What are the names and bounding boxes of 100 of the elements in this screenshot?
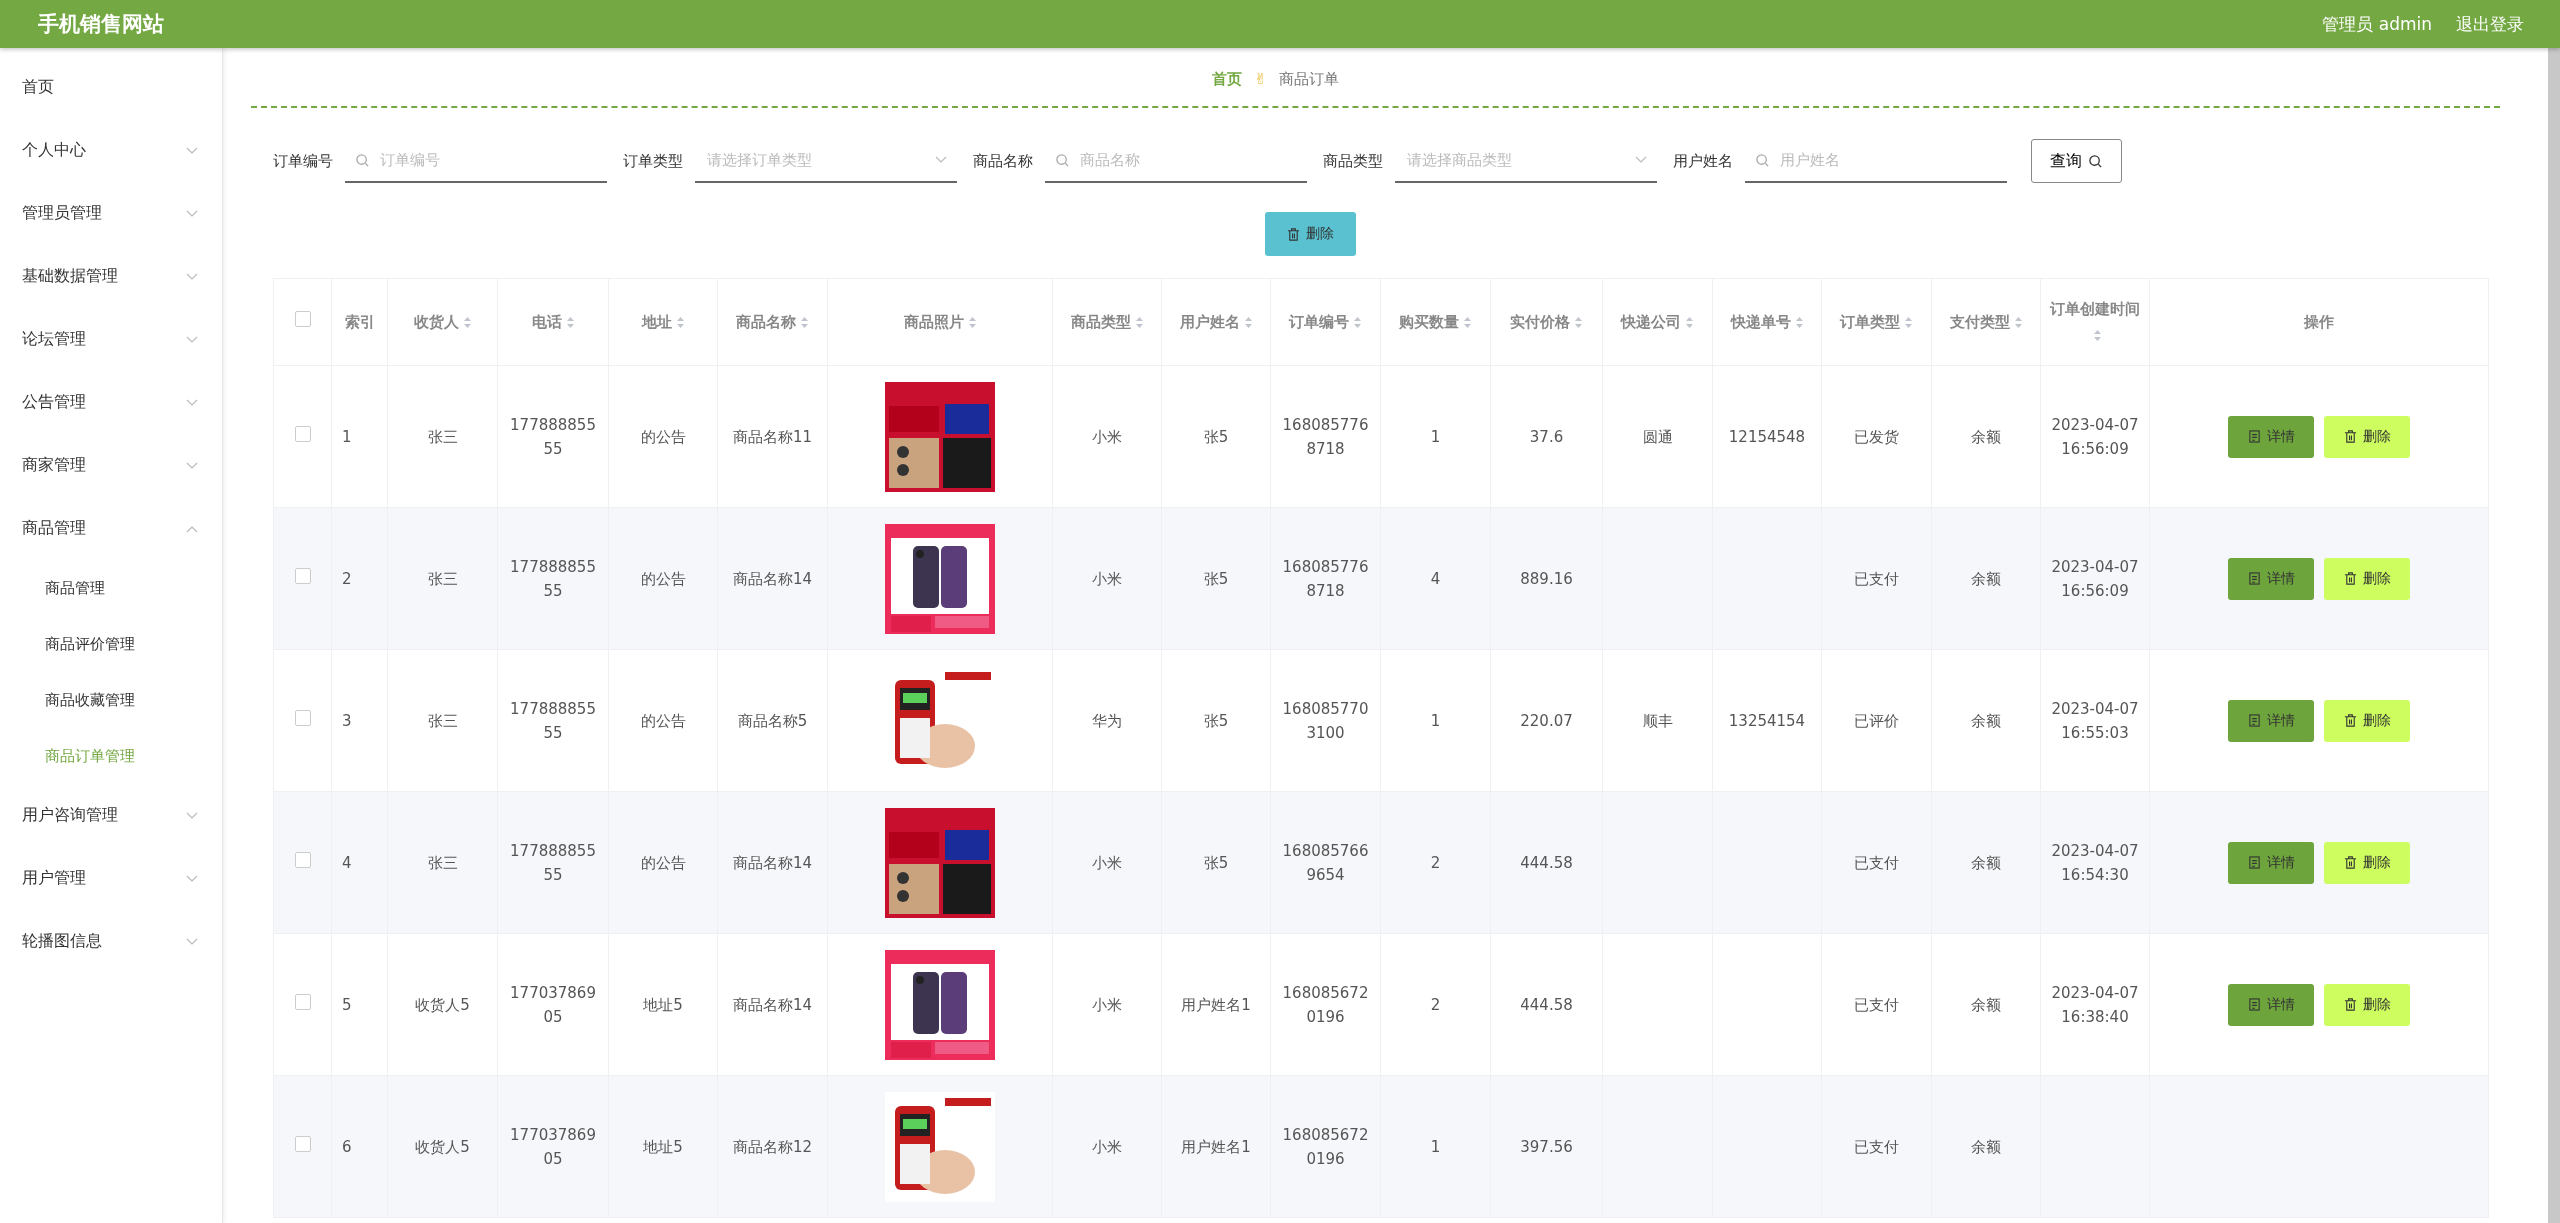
detail-button[interactable]: 详情 bbox=[2228, 557, 2314, 600]
detail-button[interactable]: 详情 bbox=[2228, 415, 2314, 458]
input-field[interactable]: 用户姓名 bbox=[1778, 150, 1997, 170]
table-cell: 已支付 bbox=[1854, 853, 1899, 872]
sort-icon bbox=[2092, 329, 2102, 342]
chevron-down-icon bbox=[186, 335, 198, 344]
sort-icon bbox=[1353, 316, 1362, 329]
delete-button[interactable]: 删除 bbox=[2324, 557, 2410, 600]
row-checkbox[interactable] bbox=[294, 1135, 311, 1152]
table-cell: 1680857768718 bbox=[1282, 415, 1369, 458]
table-cell: 1680857768718 bbox=[1282, 557, 1369, 600]
table-cell: 37.6 bbox=[1529, 427, 1564, 446]
column-header[interactable]: 收货人 bbox=[413, 313, 472, 331]
search-icon bbox=[2088, 153, 2103, 169]
sidebar-subitem[interactable]: 商品收藏管理 bbox=[0, 672, 222, 728]
delete-button[interactable]: 删除 bbox=[2324, 699, 2410, 742]
select-field[interactable]: 请选择商品类型 bbox=[1405, 150, 1627, 170]
column-header[interactable]: 快递单号 bbox=[1730, 313, 1804, 331]
table-cell: 2023-04-07 16:56:09 bbox=[2051, 415, 2139, 458]
column-header[interactable]: 地址 bbox=[641, 313, 685, 331]
trash-icon bbox=[2343, 998, 2357, 1011]
chevron-down-icon bbox=[186, 146, 198, 155]
sidebar-item[interactable]: 首页 bbox=[0, 56, 222, 119]
input-field[interactable]: 订单编号 bbox=[378, 150, 597, 170]
chevron-down-icon bbox=[186, 461, 198, 470]
table-cell: 地址5 bbox=[643, 995, 683, 1014]
column-header[interactable]: 订单编号 bbox=[1289, 313, 1362, 331]
sidebar-item[interactable]: 个人中心 bbox=[0, 119, 222, 182]
table-cell: 小米 bbox=[1092, 853, 1122, 872]
column-header[interactable]: 商品照片 bbox=[903, 313, 977, 331]
scrollbar[interactable] bbox=[2548, 48, 2560, 1223]
sidebar-item[interactable]: 用户咨询管理 bbox=[0, 784, 222, 847]
table-cell: 220.07 bbox=[1520, 711, 1573, 730]
detail-button[interactable]: 详情 bbox=[2228, 983, 2314, 1026]
chevron-down-icon bbox=[186, 874, 198, 883]
column-header[interactable]: 商品类型 bbox=[1070, 313, 1144, 331]
table-cell: 圆通 bbox=[1642, 427, 1673, 446]
delete-button[interactable]: 删除 bbox=[1265, 212, 1356, 256]
table-cell: 1680857669654 bbox=[1282, 841, 1369, 884]
delete-button[interactable]: 删除 bbox=[2324, 983, 2410, 1026]
table-cell: 张5 bbox=[1203, 711, 1229, 730]
table-cell: 小米 bbox=[1092, 1137, 1122, 1156]
document-icon bbox=[2247, 998, 2261, 1011]
table-cell: 已发货 bbox=[1854, 427, 1899, 446]
table-cell: 的公告 bbox=[640, 853, 686, 872]
row-checkbox[interactable] bbox=[294, 425, 311, 442]
table-cell: 12154548 bbox=[1728, 427, 1806, 446]
sort-icon bbox=[1904, 316, 1913, 329]
table-cell: 17703786905 bbox=[510, 1125, 596, 1168]
sidebar-subitem[interactable]: 商品管理 bbox=[0, 560, 222, 616]
column-header[interactable]: 索引 bbox=[344, 313, 375, 331]
row-checkbox[interactable] bbox=[294, 567, 311, 584]
table-cell: 张5 bbox=[1203, 569, 1229, 588]
trash-icon bbox=[1287, 227, 1300, 241]
select-field[interactable]: 请选择订单类型 bbox=[705, 150, 927, 170]
sidebar-item[interactable]: 商品管理 bbox=[0, 497, 222, 560]
trash-icon bbox=[2343, 714, 2357, 727]
detail-button[interactable]: 详情 bbox=[2228, 699, 2314, 742]
table-cell: 1680856720196 bbox=[1282, 983, 1369, 1026]
column-header[interactable]: 购买数量 bbox=[1399, 313, 1472, 331]
row-checkbox[interactable] bbox=[294, 993, 311, 1010]
query-button[interactable]: 查询 bbox=[2031, 139, 2122, 183]
column-header[interactable]: 快递公司 bbox=[1621, 313, 1694, 331]
row-checkbox[interactable] bbox=[294, 709, 311, 726]
trash-icon bbox=[2343, 572, 2357, 585]
sidebar-item[interactable]: 管理员管理 bbox=[0, 182, 222, 245]
column-header[interactable]: 商品名称 bbox=[736, 313, 809, 331]
sidebar-item[interactable]: 用户管理 bbox=[0, 847, 222, 910]
sidebar-subitem[interactable]: 商品评价管理 bbox=[0, 616, 222, 672]
row-checkbox[interactable] bbox=[294, 851, 311, 868]
table-cell: 17703786905 bbox=[510, 983, 596, 1026]
sidebar-item[interactable]: 论坛管理 bbox=[0, 308, 222, 371]
input-field[interactable]: 商品名称 bbox=[1078, 150, 1297, 170]
sidebar-item[interactable]: 商家管理 bbox=[0, 434, 222, 497]
table-cell: 余额 bbox=[1971, 427, 2001, 446]
table-cell: 余额 bbox=[1971, 853, 2001, 872]
column-header[interactable]: 电话 bbox=[531, 313, 575, 331]
table-cell: 张三 bbox=[427, 853, 458, 872]
sidebar-item[interactable]: 公告管理 bbox=[0, 371, 222, 434]
table-cell: 1 bbox=[1430, 427, 1441, 446]
detail-button[interactable]: 详情 bbox=[2228, 841, 2314, 884]
logout-link[interactable]: 退出登录 bbox=[2456, 12, 2524, 36]
column-header[interactable]: 订单类型 bbox=[1840, 313, 1913, 331]
sidebar-item[interactable]: 轮播图信息 bbox=[0, 910, 222, 973]
select-all-checkbox[interactable] bbox=[294, 311, 311, 327]
search-icon bbox=[355, 152, 370, 168]
column-header[interactable]: 支付类型 bbox=[1949, 313, 2023, 331]
table-cell: 商品名称14 bbox=[732, 995, 813, 1014]
column-header[interactable]: 实付价格 bbox=[1510, 313, 1583, 331]
filter-label: 用户姓名 bbox=[1673, 151, 1733, 171]
column-header[interactable]: 操作 bbox=[2304, 313, 2334, 331]
delete-button[interactable]: 删除 bbox=[2324, 415, 2410, 458]
breadcrumb-link[interactable]: 首页 bbox=[1212, 69, 1243, 89]
sidebar-item[interactable]: 基础数据管理 bbox=[0, 245, 222, 308]
table-cell: 1 bbox=[342, 427, 352, 446]
delete-button[interactable]: 删除 bbox=[2324, 841, 2410, 884]
table-cell: 商品名称14 bbox=[732, 853, 813, 872]
sort-icon bbox=[565, 316, 575, 329]
column-header[interactable]: 用户姓名 bbox=[1179, 313, 1253, 331]
sidebar-subitem[interactable]: 商品订单管理 bbox=[0, 728, 222, 784]
